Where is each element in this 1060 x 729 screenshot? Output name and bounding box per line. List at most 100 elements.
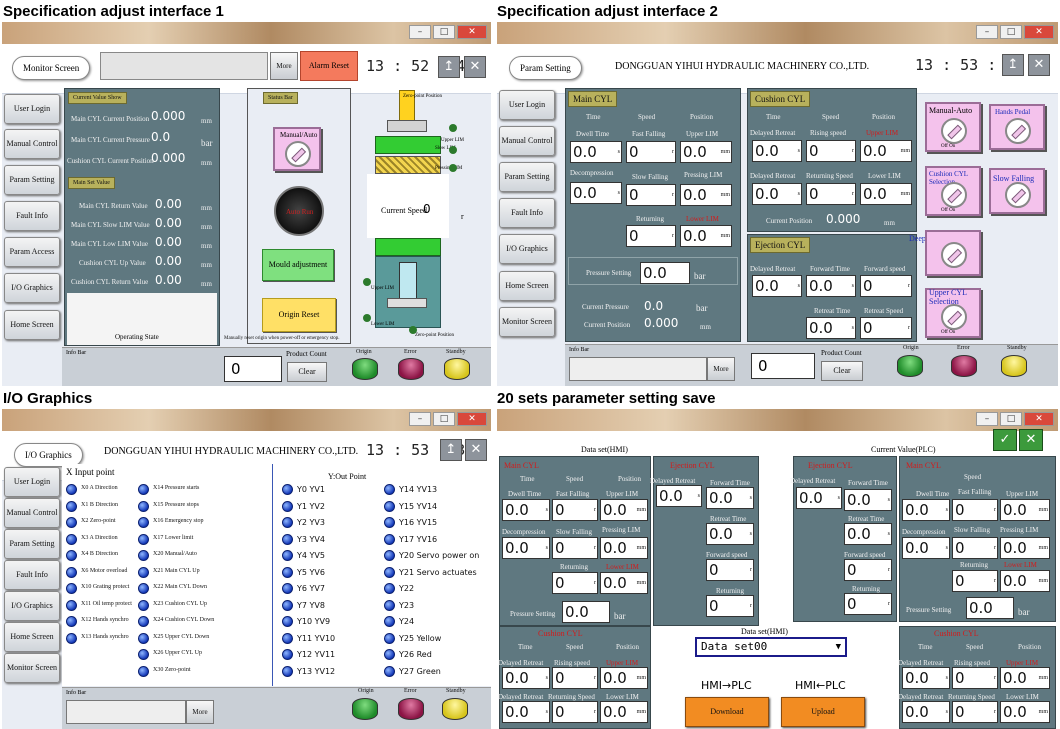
side-param-setting[interactable]: Param Setting xyxy=(499,162,555,192)
maximize-icon[interactable]: □ xyxy=(433,412,455,426)
side-manual-control[interactable]: Manual Control xyxy=(4,129,60,159)
minimize-icon[interactable]: – xyxy=(409,412,431,426)
side-param-access[interactable]: Param Access xyxy=(4,237,60,267)
hmi-cushion-delay-input[interactable]: 0.0 s xyxy=(502,667,550,689)
side-user-login[interactable]: User Login xyxy=(4,94,60,124)
cushion-cyl-selection-switch[interactable]: Cushion CYL Selection Off On xyxy=(925,166,981,216)
hmi-cushion-delay2-input[interactable]: 0.0 s xyxy=(502,701,550,723)
slow-falling-input[interactable]: 0r xyxy=(626,184,676,206)
minimize-icon[interactable]: – xyxy=(976,412,998,426)
hmi-pressing-input[interactable]: 0.0 mm xyxy=(600,537,648,559)
side-manual-control[interactable]: Manual Control xyxy=(499,126,555,156)
pressing-lim-input[interactable]: 0.0 mm xyxy=(680,184,732,206)
more-button[interactable]: More xyxy=(707,357,735,381)
side-user-login[interactable]: User Login xyxy=(499,90,555,120)
data-set-select[interactable]: Data set00 ▼ xyxy=(695,637,847,657)
maximize-icon[interactable]: □ xyxy=(433,25,455,39)
side-io-graphics[interactable]: I/O Graphics xyxy=(499,234,555,264)
side-fault-info[interactable]: Fault Info xyxy=(499,198,555,228)
page-up-icon[interactable]: ↥ xyxy=(440,439,462,461)
dwell-time-input[interactable]: 0.0 s xyxy=(570,141,622,163)
hmi-lower-input[interactable]: 0.0 mm xyxy=(600,572,648,594)
confirm-icon[interactable]: ✓ xyxy=(993,429,1017,451)
hmi-cushion-return-speed-input[interactable]: 0r xyxy=(552,701,598,723)
alarm-reset-button[interactable]: Alarm Reset xyxy=(300,51,358,81)
slow-falling-switch[interactable]: Slow Falling xyxy=(989,168,1045,214)
hmi-decomp-input[interactable]: 0.0 s xyxy=(502,537,550,559)
side-param-setting[interactable]: Param Setting xyxy=(4,165,60,195)
returning-input[interactable]: 0r xyxy=(626,225,676,247)
upper-lim-input[interactable]: 0.0 mm xyxy=(680,141,732,163)
clear-button[interactable]: Clear xyxy=(821,361,863,381)
side-fault-info[interactable]: Fault Info xyxy=(4,201,60,231)
hmi-upper-input[interactable]: 0.0 mm xyxy=(600,499,648,521)
cushion-delay2-input[interactable]: 0.0 s xyxy=(752,183,802,205)
page-up-icon[interactable]: ↥ xyxy=(1002,54,1024,76)
lower-lim-input[interactable]: 0.0 mm xyxy=(680,225,732,247)
ej-retreat-time-input[interactable]: 0.0 s xyxy=(806,317,856,339)
rising-speed-input[interactable]: 0r xyxy=(806,140,856,162)
page-up-icon[interactable]: ↥ xyxy=(438,56,460,78)
hmi-pressure-input[interactable]: 0.0 xyxy=(562,601,610,623)
side-home-screen[interactable]: Home Screen xyxy=(499,271,555,301)
ej-forward-time-input[interactable]: 0.0 s xyxy=(806,275,856,297)
maximize-icon[interactable]: □ xyxy=(1000,25,1022,39)
fast-falling-input[interactable]: 0r xyxy=(626,141,676,163)
ej-delay-input[interactable]: 0.0 s xyxy=(752,275,802,297)
close-icon[interactable]: ✕ xyxy=(1024,412,1054,426)
hmi-fast-input[interactable]: 0r xyxy=(552,499,598,521)
minimize-icon[interactable]: – xyxy=(409,25,431,39)
hmi-ej-returning-input[interactable]: 0r xyxy=(706,595,754,617)
clear-button[interactable]: Clear xyxy=(287,362,327,382)
hmi-cushion-upper-input[interactable]: 0.0 mm xyxy=(600,667,648,689)
decompression-input[interactable]: 0.0 s xyxy=(570,182,622,204)
hmi-cushion-lower-input[interactable]: 0.0 mm xyxy=(600,701,648,723)
side-manual-control[interactable]: Manual Control xyxy=(4,498,60,528)
upload-button[interactable]: Upload xyxy=(781,697,865,727)
ej-forward-speed-input[interactable]: 0r xyxy=(860,275,912,297)
hmi-cushion-rising-input[interactable]: 0r xyxy=(552,667,598,689)
side-io-graphics[interactable]: I/O Graphics xyxy=(4,591,60,621)
hmi-ej-forward-time-input[interactable]: 0.0 s xyxy=(706,487,754,509)
side-monitor-screen[interactable]: Monitor Screen xyxy=(4,653,60,683)
side-home-screen[interactable]: Home Screen xyxy=(4,622,60,652)
side-param-setting[interactable]: Param Setting xyxy=(4,529,60,559)
hmi-ej-forward-speed-input[interactable]: 0r xyxy=(706,559,754,581)
side-home-screen[interactable]: Home Screen xyxy=(4,310,60,340)
hands-pedal-switch[interactable]: Hands Pedal xyxy=(989,104,1045,150)
hmi-dwell-input[interactable]: 0.0 s xyxy=(502,499,550,521)
cancel-icon[interactable]: ✕ xyxy=(1019,429,1043,451)
close-screen-icon[interactable]: ✕ xyxy=(464,56,486,78)
hmi-returning-input[interactable]: 0r xyxy=(552,572,598,594)
side-io-graphics[interactable]: I/O Graphics xyxy=(4,273,60,303)
side-monitor-screen[interactable]: Monitor Screen xyxy=(499,307,555,337)
hmi-ej-delay-input[interactable]: 0.0 s xyxy=(656,485,702,507)
close-screen-icon[interactable]: ✕ xyxy=(1028,54,1050,76)
cushion-lower-input[interactable]: 0.0 mm xyxy=(860,183,912,205)
close-icon[interactable]: ✕ xyxy=(457,25,487,39)
pressure-setting-input[interactable]: 0.0 xyxy=(640,262,690,284)
close-icon[interactable]: ✕ xyxy=(457,412,487,426)
origin-reset-button[interactable]: Origin Reset xyxy=(262,298,336,332)
download-button[interactable]: Download xyxy=(685,697,769,727)
upper-cyl-selection-switch[interactable]: Upper CYL Selection Off On xyxy=(925,288,981,338)
hmi-ej-retreat-time-input[interactable]: 0.0 s xyxy=(706,523,754,545)
manual-auto-switch[interactable]: Manual-Auto Off On xyxy=(925,102,981,152)
cushion-upper-input[interactable]: 0.0 mm xyxy=(860,140,912,162)
more-button[interactable]: More xyxy=(270,52,298,80)
returning-speed-input[interactable]: 0r xyxy=(806,183,856,205)
hmi-slow-input[interactable]: 0r xyxy=(552,537,598,559)
minimize-icon[interactable]: – xyxy=(976,25,998,39)
auto-run-button[interactable]: Auto Run xyxy=(274,186,324,236)
cushion-delay-input[interactable]: 0.0 s xyxy=(752,140,802,162)
deep-drawing-switch[interactable] xyxy=(925,230,981,276)
close-icon[interactable]: ✕ xyxy=(1024,25,1054,39)
maximize-icon[interactable]: □ xyxy=(1000,412,1022,426)
close-screen-icon[interactable]: ✕ xyxy=(465,439,487,461)
side-user-login[interactable]: User Login xyxy=(4,467,60,497)
more-button[interactable]: More xyxy=(186,700,214,724)
side-fault-info[interactable]: Fault Info xyxy=(4,560,60,590)
ej-retreat-speed-input[interactable]: 0r xyxy=(860,317,912,339)
manual-auto-switch[interactable]: Manual/Auto xyxy=(273,127,321,171)
mould-adjustment-button[interactable]: Mould adjustment xyxy=(262,249,334,281)
